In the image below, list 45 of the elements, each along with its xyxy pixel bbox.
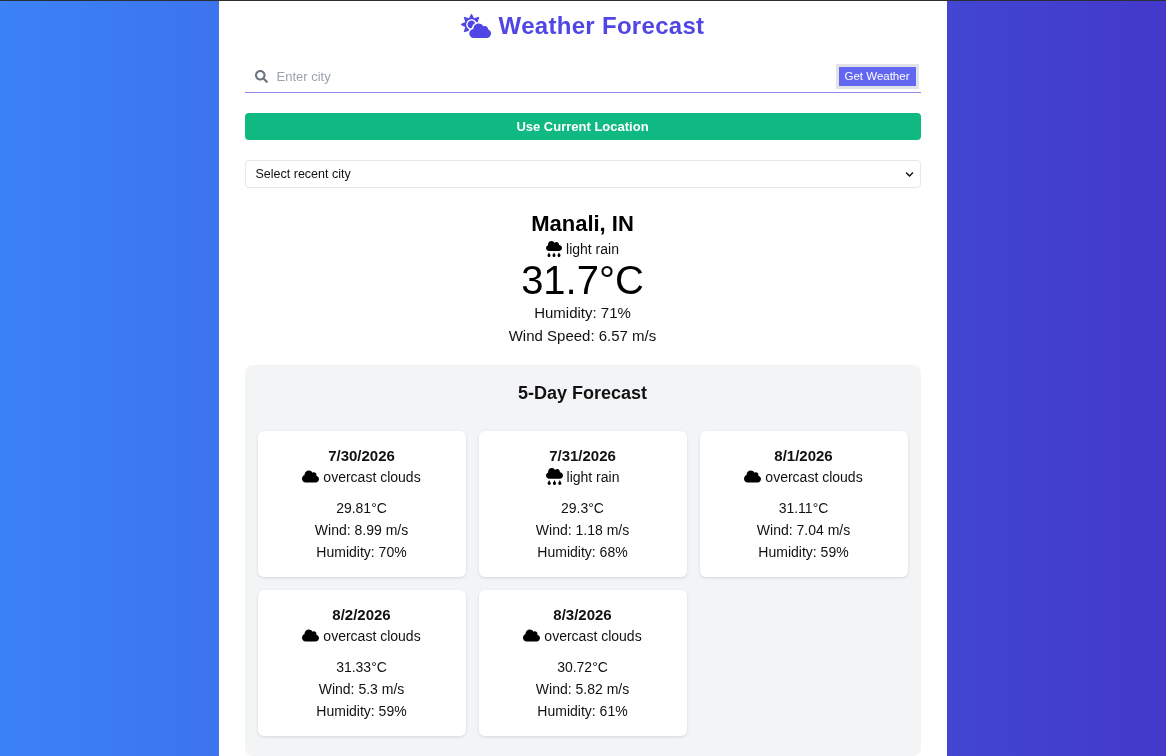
forecast-wind: Wind: 7.04 m/s: [756, 521, 851, 540]
forecast-humidity: Humidity: 68%: [537, 543, 628, 562]
forecast-condition: overcast clouds: [544, 626, 642, 646]
chevron-down-icon: [904, 169, 914, 179]
cloud-icon: [302, 468, 320, 485]
get-weather-button[interactable]: Get Weather: [835, 63, 919, 89]
cloud-icon: [523, 627, 541, 644]
humidity-text: Humidity: 71%: [534, 303, 631, 323]
forecast-date: 7/30/2026: [328, 446, 395, 466]
forecast-temperature: 31.33°C: [336, 658, 387, 677]
weather-condition: light rain: [566, 239, 619, 259]
wind-speed-text: Wind Speed: 6.57 m/s: [508, 326, 657, 346]
forecast-condition: overcast clouds: [323, 467, 421, 487]
forecast-humidity: Humidity: 59%: [758, 543, 849, 562]
forecast-wind: Wind: 8.99 m/s: [314, 521, 409, 540]
forecast-temperature: 29.81°C: [336, 499, 387, 518]
forecast-temperature: 30.72°C: [557, 658, 608, 677]
current-location-button[interactable]: Use Current Location: [244, 113, 921, 141]
forecast-condition: light rain: [566, 467, 620, 487]
forecast-date: 8/2/2026: [332, 605, 391, 625]
forecast-date: 8/3/2026: [553, 605, 612, 625]
forecast-wind: Wind: 5.82 m/s: [535, 680, 630, 699]
forecast-title: 5-Day Forecast: [516, 382, 649, 405]
forecast-date: 8/1/2026: [774, 446, 833, 466]
forecast-humidity: Humidity: 70%: [316, 543, 407, 562]
forecast-wind: Wind: 1.18 m/s: [535, 521, 630, 540]
forecast-temperature: 29.3°C: [561, 499, 604, 518]
forecast-date: 7/31/2026: [549, 446, 616, 466]
forecast-wind: Wind: 5.3 m/s: [318, 680, 405, 699]
current-temperature: 31.7°C: [521, 259, 644, 301]
city-input[interactable]: Enter city: [274, 64, 829, 89]
cloud-sun-icon: [460, 11, 491, 41]
forecast-condition: overcast clouds: [765, 467, 863, 487]
forecast-condition: overcast clouds: [323, 626, 421, 646]
rain-cloud-icon: [545, 468, 563, 485]
search-icon: [254, 69, 268, 83]
app-title: Weather Forecast: [498, 11, 705, 41]
rain-cloud-icon: [546, 240, 563, 257]
forecast-humidity: Humidity: 59%: [316, 702, 407, 721]
cloud-icon: [302, 627, 320, 644]
recent-city-select[interactable]: Select recent city: [244, 160, 921, 188]
forecast-temperature: 31.11°C: [778, 499, 829, 518]
city-name: Manali, IN: [531, 210, 634, 238]
cloud-icon: [744, 468, 762, 485]
forecast-humidity: Humidity: 61%: [537, 702, 628, 721]
